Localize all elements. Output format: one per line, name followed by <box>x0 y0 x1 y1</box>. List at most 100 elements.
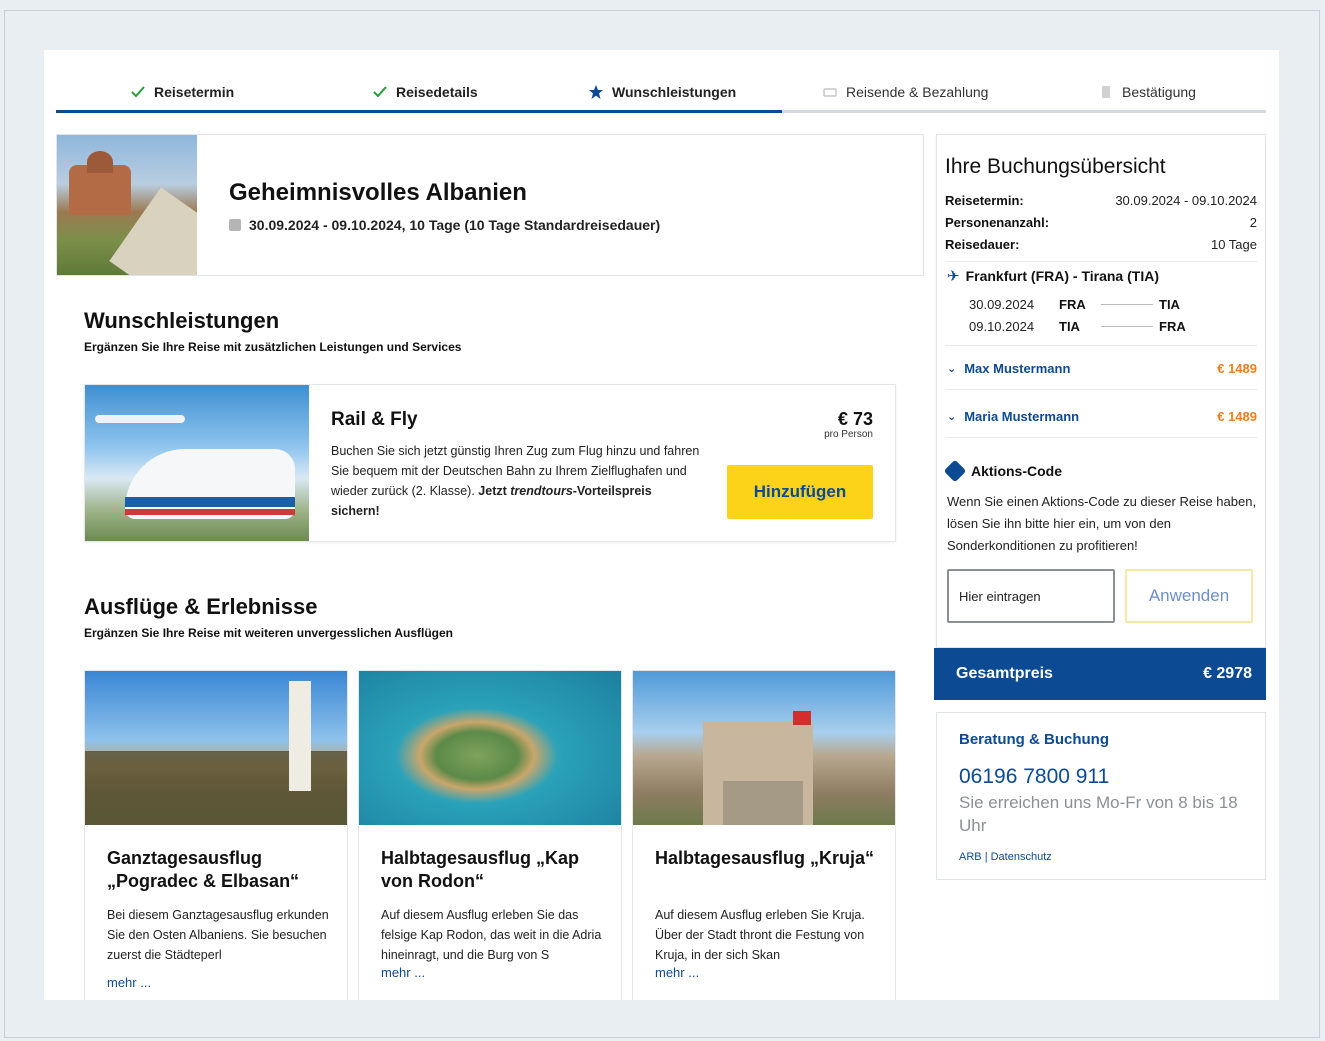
contact-links: ARB | Datenschutz <box>959 851 1052 863</box>
flight-from: TIA <box>1059 319 1080 334</box>
promo-code-header: Aktions-Code <box>943 459 1062 483</box>
step-label: Bestätigung <box>1122 84 1196 100</box>
divider <box>945 345 1257 346</box>
summary-value: 30.09.2024 - 09.10.2024 <box>1115 193 1257 208</box>
rail-fly-text-bold: Jetzt <box>478 484 507 498</box>
flight-leg: 30.09.2024 FRA TIA <box>969 297 1209 312</box>
step-label: Reisedetails <box>396 84 478 100</box>
contact-title: Beratung & Buchung <box>959 731 1109 748</box>
rail-fly-price-unit: pro Person <box>824 429 873 440</box>
apply-promo-button[interactable]: Anwenden <box>1125 569 1253 623</box>
step-bestaetigung[interactable]: Bestätigung <box>1098 84 1196 100</box>
excursion-list: Ganztagesausflug „Pogradec & Elbasan“ Be… <box>84 670 896 1000</box>
booking-page: Reisetermin Reisedetails Wunschleistunge… <box>44 50 1279 1000</box>
step-label: Wunschleistungen <box>612 84 737 100</box>
excursion-image <box>359 671 621 825</box>
summary-title: Ihre Buchungsübersicht <box>945 155 1166 178</box>
star-icon <box>589 85 603 99</box>
rail-fly-image <box>85 385 309 541</box>
divider <box>945 437 1257 438</box>
step-indicator: Reisetermin Reisedetails Wunschleistunge… <box>56 76 1266 116</box>
flight-leg: 09.10.2024 TIA FRA <box>969 319 1209 334</box>
wunsch-section-title: Wunschleistungen <box>84 308 280 333</box>
traveler-name-text: Maria Mustermann <box>964 409 1080 424</box>
chevron-down-icon: ⌄ <box>947 363 957 375</box>
rail-fly-brand: trendtours <box>510 484 573 498</box>
divider <box>945 261 1257 262</box>
summary-value: 10 Tage <box>1210 237 1257 252</box>
steps-progress-bar <box>56 110 782 113</box>
total-label: Gesamtpreis <box>956 665 1053 682</box>
excursion-card[interactable]: Halbtagesausflug „Kruja“ Auf diesem Ausf… <box>632 670 896 1000</box>
promo-description: Wenn Sie einen Aktions-Code zu dieser Re… <box>947 494 1257 553</box>
excursion-more-link[interactable]: mehr ... <box>381 965 425 980</box>
summary-row: Reisetermin: 30.09.2024 - 09.10.2024 <box>945 193 1257 208</box>
summary-value: 2 <box>1249 215 1257 230</box>
traveler-name: ⌄ Maria Mustermann <box>947 409 1079 424</box>
calendar-icon <box>229 219 241 231</box>
excursion-image <box>633 671 895 825</box>
trip-title: Geheimnisvolles Albanien <box>229 179 527 206</box>
summary-row: Personenanzahl: 2 <box>945 215 1257 230</box>
flight-route-title: Frankfurt (FRA) - Tirana (TIA) <box>965 268 1159 284</box>
flight-line <box>1101 304 1153 305</box>
divider <box>945 389 1257 390</box>
excursions-section-title: Ausflüge & Erlebnisse <box>84 594 318 619</box>
excursion-title: Ganztagesausflug „Pogradec & Elbasan“ <box>107 848 300 891</box>
contact-hours: Sie erreichen uns Mo-Fr von 8 bis 18 Uhr <box>959 793 1238 835</box>
wunsch-section-subtitle: Ergänzen Sie Ihre Reise mit zusätzlichen… <box>84 340 462 354</box>
excursion-more-link[interactable]: mehr ... <box>107 975 151 990</box>
step-reisende-bezahlung[interactable]: Reisende & Bezahlung <box>822 84 988 100</box>
document-icon <box>1102 86 1110 98</box>
check-icon <box>131 86 145 98</box>
traveler-row[interactable]: ⌄ Max Mustermann € 1489 <box>947 361 1257 376</box>
traveler-name-text: Max Mustermann <box>964 361 1071 376</box>
flight-date: 30.09.2024 <box>969 297 1035 312</box>
tag-icon <box>943 459 967 483</box>
traveler-name: ⌄ Max Mustermann <box>947 361 1070 376</box>
add-rail-fly-button[interactable]: Hinzufügen <box>727 465 873 519</box>
chevron-down-icon: ⌄ <box>947 411 957 423</box>
excursion-text: Bei diesem Ganztagesausflug erkunden Sie… <box>107 908 329 962</box>
excursion-title: Halbtagesausflug „Kap von Rodon“ <box>381 848 580 891</box>
summary-row: Reisedauer: 10 Tage <box>945 237 1257 252</box>
promo-code-input[interactable] <box>947 569 1115 623</box>
total-value: € 2978 <box>1203 665 1252 682</box>
excursion-title: Halbtagesausflug „Kruja“ <box>655 848 875 868</box>
excursion-image <box>85 671 347 825</box>
excursion-card[interactable]: Halbtagesausflug „Kap von Rodon“ Auf die… <box>358 670 622 1000</box>
contact-box: Beratung & Buchung 06196 7800 911 Sie er… <box>936 712 1266 880</box>
step-label: Reisende & Bezahlung <box>846 84 989 100</box>
step-wunschleistungen[interactable]: Wunschleistungen <box>588 84 736 100</box>
trip-image <box>57 135 197 275</box>
total-price-bar: Gesamtpreis € 2978 <box>934 648 1266 700</box>
step-label: Reisetermin <box>154 84 235 100</box>
step-reisetermin[interactable]: Reisetermin <box>130 84 234 100</box>
check-icon <box>373 86 387 98</box>
trip-dates-text: 30.09.2024 - 09.10.2024, 10 Tage (10 Tag… <box>249 217 661 233</box>
flight-to: TIA <box>1159 297 1180 312</box>
rail-fly-price: € 73 <box>837 409 873 429</box>
flight-to: FRA <box>1159 319 1186 334</box>
payment-icon <box>823 88 837 97</box>
flight-route: ✈ Frankfurt (FRA) - Tirana (TIA) <box>947 267 1159 285</box>
step-reisedetails[interactable]: Reisedetails <box>372 84 478 100</box>
rail-fly-title: Rail & Fly <box>331 409 418 430</box>
rail-fly-description: Buchen Sie sich jetzt günstig Ihren Zug … <box>331 441 701 521</box>
trip-dates: 30.09.2024 - 09.10.2024, 10 Tage (10 Tag… <box>229 217 660 233</box>
summary-key: Reisetermin: <box>945 193 1024 208</box>
privacy-link[interactable]: Datenschutz <box>991 851 1052 863</box>
link-separator: | <box>984 851 988 863</box>
flight-date: 09.10.2024 <box>969 319 1035 334</box>
summary-key: Personenanzahl: <box>945 215 1050 230</box>
promo-title: Aktions-Code <box>971 463 1062 479</box>
arb-link[interactable]: ARB <box>959 851 982 863</box>
traveler-price: € 1489 <box>1217 361 1257 376</box>
excursion-text: Auf diesem Ausflug erleben Sie das felsi… <box>381 908 602 962</box>
contact-phone[interactable]: 06196 7800 911 <box>959 765 1109 789</box>
flight-line <box>1101 326 1153 327</box>
traveler-row[interactable]: ⌄ Maria Mustermann € 1489 <box>947 409 1257 424</box>
excursion-more-link[interactable]: mehr ... <box>655 965 699 980</box>
excursion-card[interactable]: Ganztagesausflug „Pogradec & Elbasan“ Be… <box>84 670 348 1000</box>
flight-from: FRA <box>1059 297 1086 312</box>
